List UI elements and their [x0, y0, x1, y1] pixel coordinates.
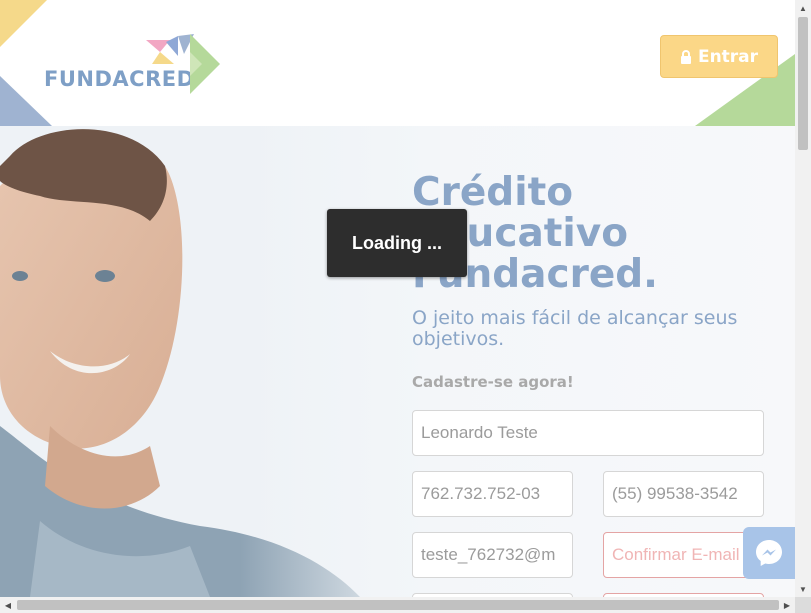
vertical-scrollbar[interactable]: ▲ ▼: [795, 0, 811, 597]
login-button-label: Entrar: [697, 46, 759, 67]
scrollbar-corner: [795, 597, 811, 613]
cpf-input[interactable]: 762.732.752-03: [412, 471, 573, 517]
hero-subtitle: O jeito mais fácil de alcançar seus obje…: [412, 307, 738, 350]
site-header: FUNDACRED Entrar: [0, 0, 795, 126]
scroll-up-icon[interactable]: ▲: [795, 0, 811, 16]
scroll-right-icon[interactable]: ▶: [779, 597, 795, 613]
page: FUNDACRED Entrar Crédito Educativo Funda…: [0, 0, 795, 597]
lock-icon: [680, 49, 691, 64]
email-input[interactable]: teste_762732@m: [412, 532, 573, 578]
hero-title: Crédito Educativo Fundacred.: [412, 172, 782, 295]
hero-section: Crédito Educativo Fundacred. O jeito mai…: [0, 126, 795, 597]
signup-cta-label: Cadastre-se agora!: [412, 373, 574, 391]
decor-corner-yellow: [0, 0, 47, 47]
vertical-scroll-thumb[interactable]: [798, 17, 808, 150]
scroll-left-icon[interactable]: ◀: [0, 597, 16, 613]
confirm-email-input[interactable]: Confirmar E-mail: [603, 532, 764, 578]
hero-fade: [240, 126, 440, 597]
phone-input[interactable]: (55) 99538-3542: [603, 471, 764, 517]
horizontal-scrollbar[interactable]: ◀ ▶: [0, 597, 795, 613]
scroll-down-icon[interactable]: ▼: [795, 581, 811, 597]
login-button[interactable]: Entrar: [660, 35, 778, 78]
name-input[interactable]: Leonardo Teste: [412, 410, 764, 456]
horizontal-scroll-thumb[interactable]: [17, 600, 779, 610]
loading-overlay: Loading ...: [327, 209, 467, 277]
logo-mark-icon: [146, 34, 220, 94]
messenger-icon: [756, 540, 782, 566]
fundacred-logo[interactable]: FUNDACRED: [44, 34, 224, 96]
messenger-button[interactable]: [743, 527, 795, 579]
